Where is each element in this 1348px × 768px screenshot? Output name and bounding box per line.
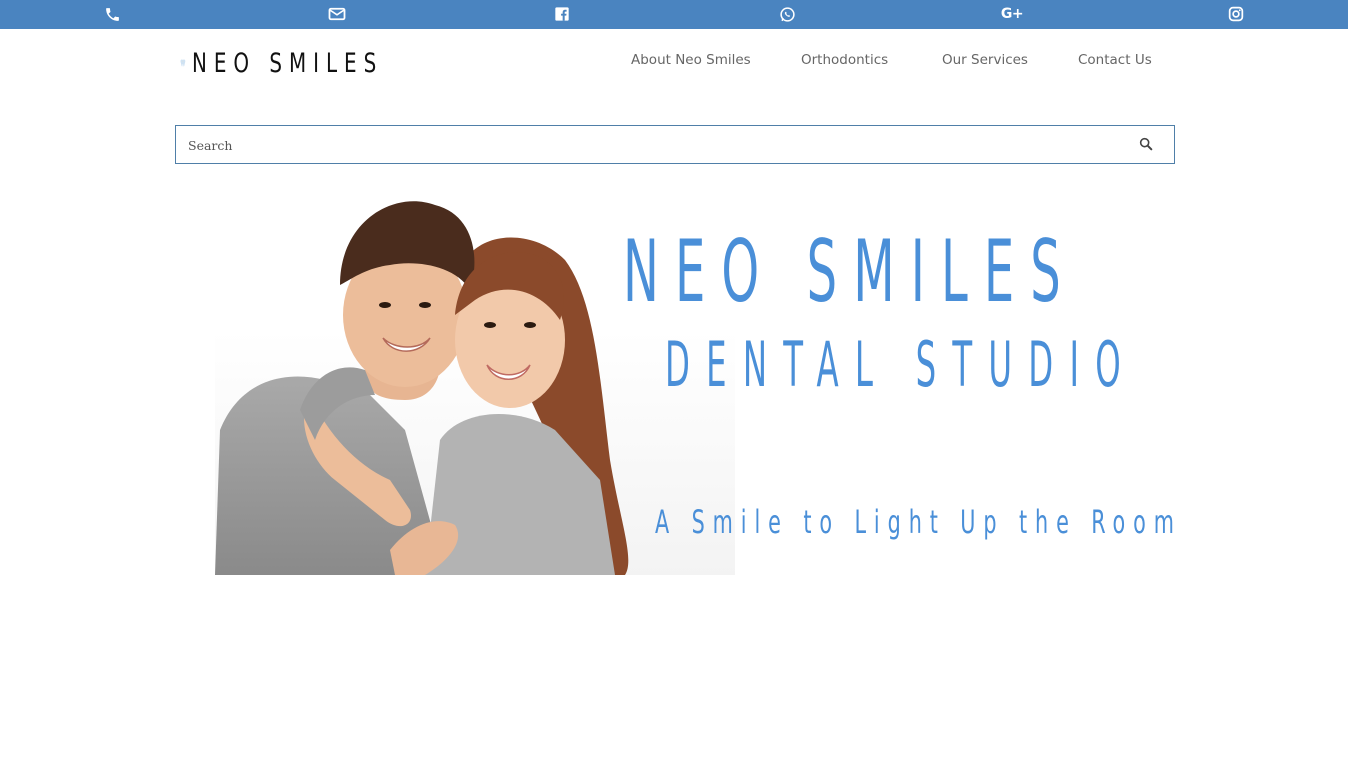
search-icon[interactable]: [1138, 136, 1156, 154]
instagram-icon[interactable]: [1226, 4, 1246, 24]
google-plus-label: G+: [1000, 6, 1024, 22]
phone-icon[interactable]: [102, 4, 122, 24]
nav-item-contact[interactable]: Contact Us: [1078, 52, 1152, 68]
facebook-icon[interactable]: [552, 4, 572, 24]
social-bar: G+: [0, 0, 1348, 29]
search-input[interactable]: [188, 134, 1118, 156]
hero-subtitle: DENTAL STUDIO: [665, 328, 1137, 401]
search-bar: [175, 125, 1175, 164]
main-nav: About Neo Smiles Orthodontics Our Servic…: [0, 52, 1348, 72]
envelope-icon[interactable]: [327, 4, 347, 24]
nav-item-services[interactable]: Our Services: [942, 52, 1028, 68]
hero-title: NEO SMILES: [623, 222, 1077, 322]
google-plus-icon[interactable]: G+: [1000, 4, 1024, 24]
nav-item-about[interactable]: About Neo Smiles: [631, 52, 751, 68]
hero-tagline: A Smile to Light Up the Room: [655, 503, 1182, 541]
hero-banner: NEO SMILES DENTAL STUDIO A Smile to Ligh…: [215, 180, 1175, 575]
whatsapp-icon[interactable]: [777, 4, 797, 24]
nav-item-orthodontics[interactable]: Orthodontics: [801, 52, 888, 68]
